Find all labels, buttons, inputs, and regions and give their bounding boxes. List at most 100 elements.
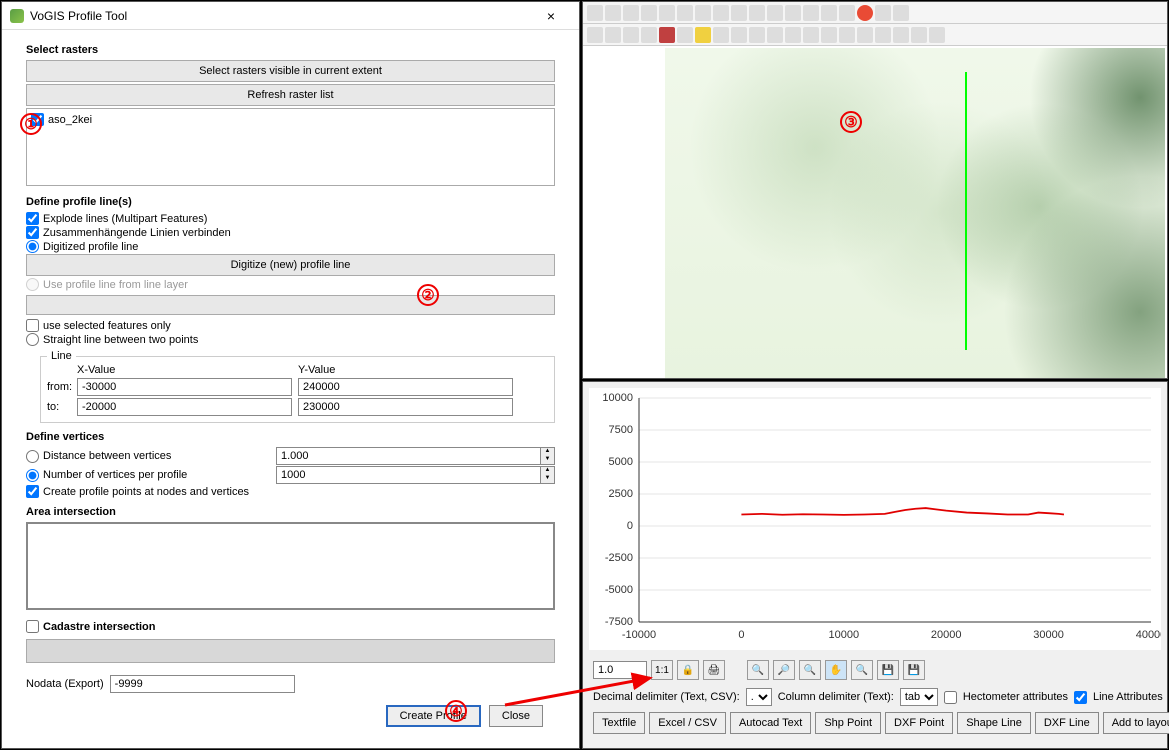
- dist-between-radio[interactable]: [26, 450, 39, 463]
- dxfpoint-button[interactable]: DXF Point: [885, 712, 953, 734]
- tool-icon[interactable]: [641, 27, 657, 43]
- dxfline-button[interactable]: DXF Line: [1035, 712, 1099, 734]
- paste-icon[interactable]: [893, 27, 909, 43]
- profile-chart[interactable]: -7500-5000-2500025005000750010000-100000…: [589, 388, 1161, 650]
- down-icon[interactable]: ▼: [541, 475, 554, 483]
- hecto-checkbox[interactable]: [944, 691, 957, 704]
- autocad-button[interactable]: Autocad Text: [730, 712, 811, 734]
- dist-between-row[interactable]: Distance between vertices: [26, 450, 276, 463]
- selected-only-row[interactable]: use selected features only: [26, 319, 555, 332]
- redo-icon[interactable]: [929, 27, 945, 43]
- save-disk-icon[interactable]: 💾: [877, 660, 899, 680]
- tool-icon[interactable]: [605, 27, 621, 43]
- line-attr-checkbox[interactable]: [1074, 691, 1087, 704]
- connect-lines-checkbox[interactable]: [26, 226, 39, 239]
- create-points-checkbox[interactable]: [26, 485, 39, 498]
- save-all-icon[interactable]: 💾: [903, 660, 925, 680]
- tool-icon[interactable]: [623, 5, 639, 21]
- zoom-icon[interactable]: 🔍: [747, 660, 769, 680]
- straight-radio-row[interactable]: Straight line between two points: [26, 333, 555, 346]
- layer-dropdown[interactable]: [26, 295, 555, 315]
- tool-icon[interactable]: [659, 5, 675, 21]
- digitized-radio-row[interactable]: Digitized profile line: [26, 240, 555, 253]
- copy-icon[interactable]: [875, 27, 891, 43]
- explode-lines-checkbox[interactable]: [26, 212, 39, 225]
- tool-icon[interactable]: [587, 27, 603, 43]
- map-canvas[interactable]: [665, 48, 1165, 378]
- column-select[interactable]: tab: [900, 688, 938, 706]
- note-icon[interactable]: [695, 27, 711, 43]
- shapeline-button[interactable]: Shape Line: [957, 712, 1031, 734]
- zoom-layer-icon[interactable]: 🔍: [799, 660, 821, 680]
- sigma-icon[interactable]: [659, 27, 675, 43]
- tool-icon[interactable]: [821, 27, 837, 43]
- num-input[interactable]: [277, 467, 540, 483]
- tool-icon[interactable]: [803, 5, 819, 21]
- up-icon[interactable]: ▲: [541, 467, 554, 475]
- explode-lines-row[interactable]: Explode lines (Multipart Features): [26, 212, 555, 225]
- tool-icon[interactable]: [623, 27, 639, 43]
- connect-lines-row[interactable]: Zusammenhängende Linien verbinden: [26, 226, 555, 239]
- selected-only-checkbox[interactable]: [26, 319, 39, 332]
- tool-icon[interactable]: [587, 5, 603, 21]
- tool-icon[interactable]: [785, 5, 801, 21]
- cadastre-checkbox[interactable]: [26, 620, 39, 633]
- create-points-row[interactable]: Create profile points at nodes and verti…: [26, 485, 555, 498]
- raster-list[interactable]: aso_2kei: [26, 108, 555, 186]
- dist-input[interactable]: [277, 448, 540, 464]
- num-vertices-row[interactable]: Number of vertices per profile: [26, 469, 276, 482]
- tool-icon[interactable]: [641, 5, 657, 21]
- textfile-button[interactable]: Textfile: [593, 712, 645, 734]
- tool-icon[interactable]: [803, 27, 819, 43]
- tool-ictd[interactable]: [731, 5, 747, 21]
- pencil-icon[interactable]: [749, 27, 765, 43]
- raster-item[interactable]: aso_2kei: [31, 113, 550, 126]
- tool-icon[interactable]: [713, 5, 729, 21]
- tool-icon[interactable]: [893, 5, 909, 21]
- tool-icon[interactable]: [677, 5, 693, 21]
- area-intersection-box[interactable]: [26, 522, 555, 610]
- cadastre-row[interactable]: Cadastre intersection: [26, 620, 555, 633]
- straight-radio[interactable]: [26, 333, 39, 346]
- cadastre-dropdown[interactable]: [26, 639, 555, 663]
- tool-icon[interactable]: [713, 27, 729, 43]
- pan-icon[interactable]: ✋: [825, 660, 847, 680]
- undo-icon[interactable]: [911, 27, 927, 43]
- from-y-input[interactable]: [298, 378, 513, 396]
- down-icon[interactable]: ▼: [541, 456, 554, 464]
- tool-icon[interactable]: [605, 5, 621, 21]
- tool-icon[interactable]: [821, 5, 837, 21]
- up-icon[interactable]: ▲: [541, 448, 554, 456]
- select-visible-rasters-button[interactable]: Select rasters visible in current extent: [26, 60, 555, 82]
- num-spinner[interactable]: ▲▼: [276, 466, 555, 484]
- shppoint-button[interactable]: Shp Point: [815, 712, 881, 734]
- tool-icon[interactable]: [839, 5, 855, 21]
- digitized-radio[interactable]: [26, 240, 39, 253]
- addlayout-button[interactable]: Add to layout: [1103, 712, 1169, 734]
- num-vertices-radio[interactable]: [26, 469, 39, 482]
- excel-button[interactable]: Excel / CSV: [649, 712, 726, 734]
- lock-icon[interactable]: 🔒: [677, 660, 699, 680]
- cut-icon[interactable]: [857, 27, 873, 43]
- tool-icon[interactable]: [875, 5, 891, 21]
- tool-icon[interactable]: [767, 27, 783, 43]
- to-y-input[interactable]: [298, 398, 513, 416]
- digitize-new-line-button[interactable]: Digitize (new) profile line: [26, 254, 555, 276]
- close-icon[interactable]: ×: [531, 8, 571, 24]
- refresh-raster-list-button[interactable]: Refresh raster list: [26, 84, 555, 106]
- trash-icon[interactable]: [839, 27, 855, 43]
- zoom-extent-icon[interactable]: 🔎: [773, 660, 795, 680]
- tool-icon[interactable]: [677, 27, 693, 43]
- tool-icon[interactable]: [767, 5, 783, 21]
- decimal-select[interactable]: .: [746, 688, 772, 706]
- dist-spinner[interactable]: ▲▼: [276, 447, 555, 465]
- save-icon[interactable]: [785, 27, 801, 43]
- to-x-input[interactable]: [77, 398, 292, 416]
- identify-icon[interactable]: 🔍: [851, 660, 873, 680]
- nodata-input[interactable]: [110, 675, 295, 693]
- record-icon[interactable]: [857, 5, 873, 21]
- from-x-input[interactable]: [77, 378, 292, 396]
- print-icon[interactable]: 🖨: [703, 660, 725, 680]
- tool-icon[interactable]: [731, 27, 747, 43]
- tool-icon[interactable]: [749, 5, 765, 21]
